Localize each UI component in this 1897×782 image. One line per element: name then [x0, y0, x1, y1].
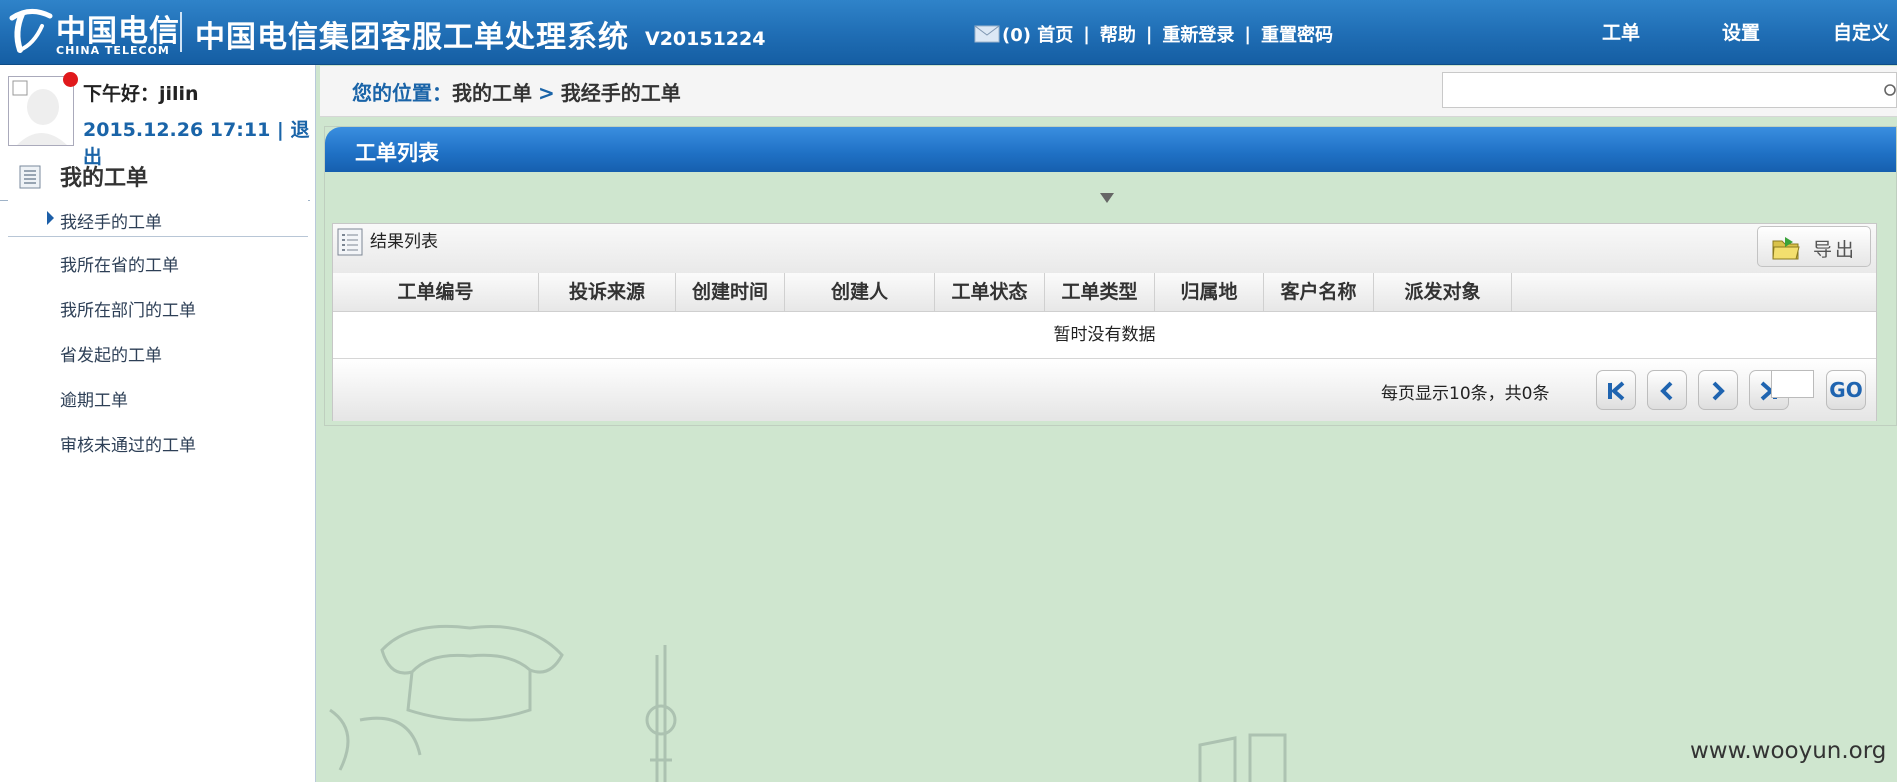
home-link[interactable]: (0) 首页 [1002, 21, 1073, 47]
go-button[interactable]: GO [1826, 370, 1866, 410]
sidebar: 下午好：jilin 2015.12.26 17:11 | 退出 我的工单 我经手… [0, 65, 316, 782]
link-separator: | [1244, 23, 1251, 45]
first-page-button[interactable] [1596, 370, 1636, 410]
reset-password-link[interactable]: 重置密码 [1261, 21, 1333, 47]
result-header: 结果列表 导出 [333, 224, 1876, 274]
breadcrumb-level1[interactable]: 我的工单 [452, 81, 532, 105]
result-list: 结果列表 导出 工单编号 投诉来源 创建时间 创建人 工单状态 工单类型 归属地… [332, 223, 1877, 421]
logo-english-text: CHINA TELECOM [56, 44, 170, 57]
export-folder-icon [1772, 237, 1800, 260]
avatar [8, 76, 74, 146]
collapse-toggle-icon[interactable] [1100, 193, 1114, 203]
column-status[interactable]: 工单状态 [935, 273, 1045, 311]
nav-workorder[interactable]: 工单 [1602, 18, 1640, 45]
panel-title: 工单列表 [325, 127, 1896, 172]
column-ticket-number[interactable]: 工单编号 [333, 273, 539, 311]
active-arrow-icon [47, 211, 54, 225]
logo-divider [180, 12, 182, 52]
column-type[interactable]: 工单类型 [1045, 273, 1155, 311]
table-header: 工单编号 投诉来源 创建时间 创建人 工单状态 工单类型 归属地 客户名称 派发… [333, 273, 1876, 312]
workorder-panel: 工单列表 结果列表 导出 工单编号 投诉来源 创建时间 创建人 工单状态 工单类… [324, 126, 1897, 426]
sidebar-item-rejected[interactable]: 审核未通过的工单 [60, 431, 196, 456]
sidebar-item-province[interactable]: 我所在省的工单 [60, 251, 179, 276]
breadcrumb-prefix: 您的位置： [352, 81, 452, 105]
pager-info: 每页显示10条，共0条 [1381, 384, 1550, 404]
breadcrumb-level2: 我经手的工单 [560, 81, 681, 105]
next-page-button[interactable] [1698, 370, 1738, 410]
sidebar-item-handled[interactable]: 我经手的工单 [8, 200, 308, 237]
search-input[interactable] [1442, 72, 1897, 108]
next-page-icon [1712, 381, 1725, 401]
column-extra [1512, 273, 1676, 311]
link-separator: | [1083, 23, 1090, 45]
avatar-placeholder-icon [12, 80, 67, 145]
background-decoration [329, 624, 1287, 782]
help-link[interactable]: 帮助 [1100, 21, 1136, 47]
watermark-text: www.wooyun.org [1690, 738, 1887, 764]
search-icon[interactable] [1881, 83, 1897, 99]
prev-page-button[interactable] [1647, 370, 1687, 410]
export-label: 导出 [1813, 239, 1858, 261]
system-title: 中国电信集团客服工单处理系统 [195, 20, 629, 55]
relogin-link[interactable]: 重新登录 [1162, 21, 1234, 47]
page-number-input[interactable] [1771, 370, 1814, 398]
export-button[interactable]: 导出 [1757, 226, 1871, 267]
column-customer-name[interactable]: 客户名称 [1264, 273, 1374, 311]
sidebar-item-label: 我经手的工单 [60, 213, 162, 233]
column-dispatch-target[interactable]: 派发对象 [1374, 273, 1512, 311]
column-complaint-source[interactable]: 投诉来源 [539, 273, 676, 311]
top-header: 中国电信 CHINA TELECOM 中国电信集团客服工单处理系统 V20151… [0, 0, 1897, 65]
sidebar-item-province-initiated[interactable]: 省发起的工单 [60, 341, 162, 366]
column-region[interactable]: 归属地 [1155, 273, 1264, 311]
nav-custom[interactable]: 自定义 [1833, 18, 1890, 45]
datetime-separator: | [276, 119, 284, 141]
sidebar-item-overdue[interactable]: 逾期工单 [60, 386, 128, 411]
system-version: V20151224 [645, 28, 766, 50]
menu-section-header[interactable]: 我的工单 [0, 153, 310, 201]
breadcrumb: 您的位置：我的工单 > 我经手的工单 [352, 77, 681, 106]
list-icon [337, 228, 363, 256]
first-page-icon [1608, 381, 1625, 401]
column-created-time[interactable]: 创建时间 [676, 273, 785, 311]
list-icon [19, 165, 41, 189]
breadcrumb-bar: 您的位置：我的工单 > 我经手的工单 [320, 66, 1897, 117]
datetime-text: 2015.12.26 17:11 [83, 119, 271, 141]
breadcrumb-arrow: > [538, 81, 555, 105]
result-title: 结果列表 [370, 232, 438, 252]
china-telecom-logo-icon [9, 9, 53, 53]
pagination-bar: 每页显示10条，共0条 GO [333, 358, 1876, 421]
empty-message: 暂时没有数据 [1053, 325, 1156, 345]
mail-icon[interactable] [974, 25, 1000, 43]
sidebar-item-department[interactable]: 我所在部门的工单 [60, 296, 196, 321]
prev-page-icon [1660, 381, 1673, 401]
greeting: 下午好：jilin [83, 83, 199, 105]
nav-settings[interactable]: 设置 [1722, 18, 1760, 45]
notification-dot [63, 72, 78, 87]
column-creator[interactable]: 创建人 [785, 273, 935, 311]
link-separator: | [1145, 23, 1153, 45]
menu-section-title: 我的工单 [60, 166, 149, 191]
top-links: (0) 首页 | 帮助 | 重新登录 | 重置密码 [974, 21, 1333, 47]
